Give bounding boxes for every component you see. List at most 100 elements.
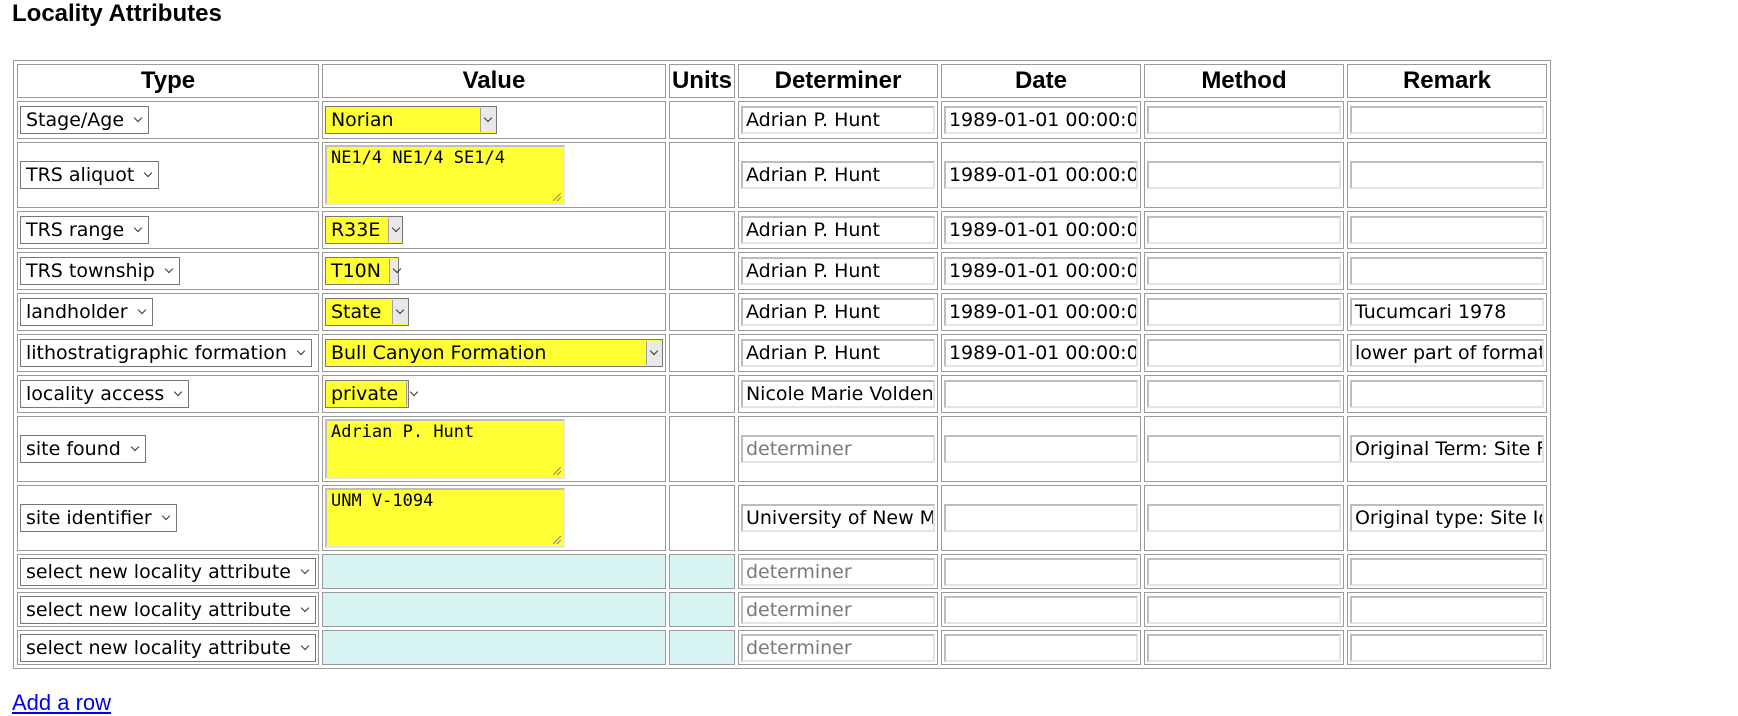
method-cell [1143, 142, 1344, 208]
type-select[interactable]: lithostratigraphic formation [20, 339, 312, 367]
determiner-input[interactable]: determiner [740, 633, 935, 662]
chevron-down-icon [160, 509, 172, 527]
value-select-label: private [330, 383, 399, 405]
type-select[interactable]: select new locality attribute [20, 557, 316, 586]
remark-input[interactable]: lower part of formation [1349, 339, 1544, 367]
date-input[interactable] [943, 633, 1138, 662]
type-select[interactable]: select new locality attribute [20, 633, 316, 662]
value-select[interactable]: Norian [324, 106, 497, 134]
type-select-label: lithostratigraphic formation [26, 342, 287, 364]
type-select[interactable]: TRS township [20, 257, 180, 285]
type-select[interactable]: locality access [20, 380, 190, 408]
remark-input[interactable] [1349, 257, 1544, 285]
date-input[interactable]: 1989-01-01 00:00:00 [943, 106, 1138, 134]
type-select[interactable]: landholder [20, 298, 153, 326]
type-select[interactable]: site found [20, 435, 146, 463]
type-select[interactable]: TRS range [20, 216, 150, 244]
date-input[interactable] [943, 380, 1138, 408]
determiner-input[interactable]: Adrian P. Hunt [740, 339, 935, 367]
add-row-link[interactable]: Add a row [12, 690, 111, 716]
remark-cell [1346, 211, 1547, 249]
type-cell: TRS range [17, 211, 319, 249]
value-select[interactable]: private [324, 380, 409, 408]
type-select[interactable]: site identifier [20, 504, 177, 532]
determiner-input[interactable]: determiner [740, 557, 935, 586]
method-input[interactable] [1146, 633, 1341, 662]
date-input[interactable]: 1989-01-01 00:00:00 [943, 298, 1138, 326]
value-textarea[interactable]: UNM V-1094 [324, 488, 565, 548]
date-input[interactable]: 1989-01-01 00:00:00 [943, 216, 1138, 244]
determiner-input[interactable]: determiner [740, 435, 935, 463]
determiner-input[interactable]: University of New Mexico [740, 504, 935, 532]
method-cell [1143, 485, 1344, 551]
value-cell[interactable] [321, 554, 666, 589]
date-input[interactable] [943, 435, 1138, 463]
method-input[interactable] [1146, 435, 1341, 463]
date-input[interactable] [943, 504, 1138, 532]
method-input[interactable] [1146, 106, 1341, 134]
table-row: lithostratigraphic formation Bull Canyon … [17, 334, 1547, 372]
type-cell: site found [17, 416, 319, 482]
method-input[interactable] [1146, 380, 1341, 408]
remark-input[interactable] [1349, 161, 1544, 189]
date-input[interactable]: 1989-01-01 00:00:00 [943, 161, 1138, 189]
date-input[interactable] [943, 595, 1138, 624]
method-input[interactable] [1146, 557, 1341, 586]
value-textarea[interactable]: NE1/4 NE1/4 SE1/4 [324, 145, 565, 205]
chevron-down-icon [299, 639, 311, 657]
remark-input[interactable] [1349, 633, 1544, 662]
remark-input[interactable] [1349, 557, 1544, 586]
column-header-type: Type [17, 64, 319, 98]
chevron-down-icon [388, 218, 401, 242]
value-select[interactable]: R33E [324, 216, 403, 244]
method-input[interactable] [1146, 257, 1341, 285]
determiner-input[interactable]: Adrian P. Hunt [740, 257, 935, 285]
remark-input[interactable] [1349, 595, 1544, 624]
determiner-input[interactable]: Nicole Marie Volden [740, 380, 935, 408]
value-cell: UNM V-1094 [321, 485, 666, 551]
determiner-input[interactable]: Adrian P. Hunt [740, 106, 935, 134]
value-select[interactable]: Bull Canyon Formation [324, 339, 663, 367]
method-input[interactable] [1146, 298, 1341, 326]
remark-input[interactable] [1349, 106, 1544, 134]
method-input[interactable] [1146, 595, 1341, 624]
determiner-input[interactable]: Adrian P. Hunt [740, 216, 935, 244]
remark-input[interactable]: Tucumcari 1978 [1349, 298, 1544, 326]
type-select[interactable]: TRS aliquot [20, 161, 160, 189]
determiner-input[interactable]: Adrian P. Hunt [740, 161, 935, 189]
remark-input[interactable] [1349, 380, 1544, 408]
determiner-input[interactable]: determiner [740, 595, 935, 624]
method-input[interactable] [1146, 504, 1341, 532]
remark-input[interactable]: Original Term: Site Found [1349, 435, 1544, 463]
type-cell: landholder [17, 293, 319, 331]
type-select[interactable]: select new locality attribute [20, 595, 316, 624]
method-input[interactable] [1146, 339, 1341, 367]
method-input[interactable] [1146, 161, 1341, 189]
value-select-label: State [330, 301, 382, 323]
remark-input[interactable] [1349, 216, 1544, 244]
value-select[interactable]: T10N [324, 257, 399, 285]
determiner-input[interactable]: Adrian P. Hunt [740, 298, 935, 326]
resize-grip-icon[interactable] [552, 467, 561, 475]
remark-input[interactable]: Original type: Site Identifier [1349, 504, 1544, 532]
units-cell [668, 334, 735, 372]
date-input[interactable]: 1989-01-01 00:00:00 [943, 257, 1138, 285]
table-row: Stage/Age Norian Adrian P. Hunt 1989-01-01 … [17, 101, 1547, 139]
date-cell: 1989-01-01 00:00:00 [940, 334, 1141, 372]
remark-cell: Tucumcari 1978 [1346, 293, 1547, 331]
value-select-label: Bull Canyon Formation [330, 342, 547, 364]
value-cell[interactable] [321, 630, 666, 665]
value-textarea[interactable]: Adrian P. Hunt [324, 419, 565, 479]
date-input[interactable]: 1989-01-01 00:00:00 [943, 339, 1138, 367]
value-cell[interactable] [321, 592, 666, 627]
resize-grip-icon[interactable] [552, 193, 561, 201]
type-select[interactable]: Stage/Age [20, 106, 150, 134]
table-row: select new locality attribute determiner [17, 554, 1547, 589]
date-input[interactable] [943, 557, 1138, 586]
resize-grip-icon[interactable] [552, 536, 561, 544]
value-cell: Bull Canyon Formation [321, 334, 666, 372]
method-input[interactable] [1146, 216, 1341, 244]
value-select[interactable]: State [324, 298, 409, 326]
remark-cell: Original type: Site Identifier [1346, 485, 1547, 551]
chevron-down-icon [299, 601, 311, 619]
